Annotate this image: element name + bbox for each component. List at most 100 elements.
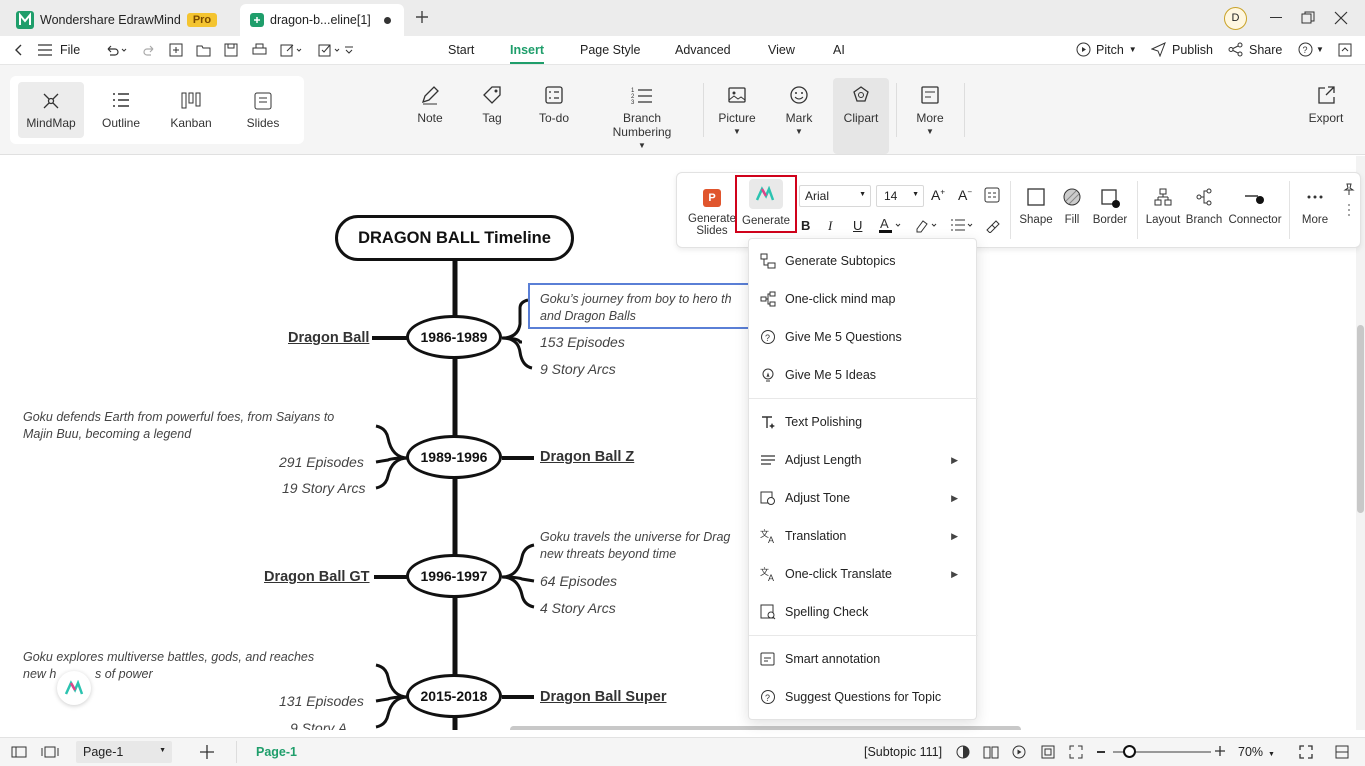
shape-button[interactable]: Shape <box>1016 188 1056 226</box>
tab-start[interactable]: Start <box>448 43 474 57</box>
view-outline-button[interactable]: Outline <box>88 82 154 138</box>
font-color-icon[interactable]: A <box>879 216 903 234</box>
drag-handle-icon[interactable] <box>1347 203 1351 217</box>
fill-button[interactable]: Fill <box>1056 188 1088 226</box>
new-tab-button[interactable] <box>414 9 430 25</box>
menu-item-translation[interactable]: 文 A Translation ▶ <box>749 521 978 551</box>
zoom-level[interactable]: 70% ▼ <box>1238 745 1275 759</box>
split-view-icon[interactable] <box>1335 745 1349 759</box>
subtopic-arcs[interactable]: 4 Story Arcs <box>540 600 616 616</box>
menu-item-give-5-questions[interactable]: ? Give Me 5 Questions <box>749 322 978 352</box>
increase-font-size-icon[interactable]: A+ <box>931 187 945 203</box>
subtopic-arcs[interactable]: 19 Story Arcs <box>282 480 366 496</box>
menu-item-one-click-translate[interactable]: 文 A One-click Translate ▶ <box>749 559 978 589</box>
subtopic-desc-line2b[interactable]: s of power <box>95 667 153 681</box>
more-insert-button[interactable]: More ▼ <box>911 85 949 136</box>
italic-icon[interactable]: I <box>828 218 832 234</box>
add-page-icon[interactable] <box>199 744 215 760</box>
fit-screen-icon[interactable] <box>1069 745 1083 759</box>
quick-access-dropdown-icon[interactable] <box>344 45 354 55</box>
page-select[interactable]: Page-1 ▼ <box>76 741 172 763</box>
todo-button[interactable]: To-do <box>533 85 575 125</box>
undo-icon[interactable] <box>104 43 128 57</box>
tab-page-style[interactable]: Page Style <box>580 43 640 57</box>
clipart-button[interactable]: Clipart <box>833 78 889 154</box>
file-menu[interactable]: File <box>60 43 80 57</box>
mark-button[interactable]: Mark ▼ <box>780 85 818 136</box>
tab-view[interactable]: View <box>768 43 795 57</box>
subtopic-episodes[interactable]: 291 Episodes <box>279 454 364 470</box>
menu-item-smart-annotation[interactable]: Smart annotation <box>749 644 978 674</box>
export-file-icon[interactable] <box>280 43 304 57</box>
ai-generate-button[interactable]: Generate <box>739 179 793 227</box>
picture-button[interactable]: Picture ▼ <box>716 85 758 136</box>
pin-icon[interactable] <box>1343 183 1355 195</box>
tag-button[interactable]: Tag <box>472 85 512 125</box>
new-file-icon[interactable] <box>169 43 183 57</box>
export-button[interactable]: Export <box>1305 85 1347 125</box>
subtopic-episodes[interactable]: 131 Episodes <box>279 693 364 709</box>
subtopic-desc-line2[interactable]: new threats beyond time <box>540 547 676 561</box>
subtopic-desc-line2[interactable]: and Dragon Balls <box>540 309 636 323</box>
note-button[interactable]: Note <box>410 85 450 125</box>
vertical-scrollbar[interactable] <box>1357 325 1364 513</box>
era-node-1986-1989[interactable]: 1986-1989 <box>406 315 502 359</box>
subtopic-arcs[interactable]: 9 Story Arcs <box>540 361 616 377</box>
series-link-dragon-ball-z[interactable]: Dragon Ball Z <box>540 449 634 465</box>
publish-button[interactable]: Publish <box>1151 42 1213 57</box>
generate-slides-button[interactable]: P Generate Slides <box>686 189 738 237</box>
tab-insert[interactable]: Insert <box>510 43 545 64</box>
underline-icon[interactable]: U <box>853 218 862 233</box>
save-icon[interactable] <box>224 43 238 57</box>
horizontal-scrollbar[interactable] <box>510 726 1021 730</box>
view-slides-button[interactable]: Slides <box>230 82 296 138</box>
bold-icon[interactable]: B <box>801 218 810 233</box>
fullscreen-icon[interactable] <box>1299 745 1313 759</box>
collapse-ribbon-icon[interactable] <box>1338 43 1352 57</box>
era-node-2015-2018[interactable]: 2015-2018 <box>406 674 502 718</box>
pitch-button[interactable]: Pitch ▼ <box>1076 42 1137 57</box>
subtopic-desc-line1[interactable]: Goku’s journey from boy to hero th <box>540 292 732 306</box>
subtopic-desc-line1[interactable]: Goku defends Earth from powerful foes, f… <box>23 410 334 424</box>
zoom-out-icon[interactable] <box>1097 751 1105 753</box>
menu-item-text-polishing[interactable]: Text Polishing <box>749 407 978 437</box>
view-kanban-button[interactable]: Kanban <box>158 82 224 138</box>
era-node-1989-1996[interactable]: 1989-1996 <box>406 435 502 479</box>
series-link-dragon-ball[interactable]: Dragon Ball <box>288 330 369 346</box>
print-icon[interactable] <box>252 43 267 57</box>
subtopic-desc-line2a[interactable]: new h <box>23 667 56 681</box>
redo-icon[interactable] <box>142 43 156 57</box>
page-panel-icon[interactable] <box>41 746 59 758</box>
branch-button[interactable]: Branch <box>1185 188 1223 226</box>
task-icon[interactable] <box>318 43 342 57</box>
series-link-dragon-ball-gt[interactable]: Dragon Ball GT <box>264 569 370 585</box>
hamburger-icon[interactable] <box>38 44 52 56</box>
view-mindmap-button[interactable]: MindMap <box>18 82 84 138</box>
app-tab[interactable]: Wondershare EdrawMind Pro <box>6 4 227 36</box>
play-presentation-icon[interactable] <box>1012 745 1026 759</box>
document-tab[interactable]: dragon-b...eline[1] <box>240 4 404 36</box>
subtopic-desc-line1[interactable]: Goku explores multiverse battles, gods, … <box>23 650 314 664</box>
menu-item-spelling-check[interactable]: Spelling Check <box>749 597 978 627</box>
active-page-tab[interactable]: Page-1 <box>256 745 297 759</box>
menu-item-adjust-length[interactable]: Adjust Length ▶ <box>749 445 978 475</box>
ai-assistant-float-button[interactable] <box>57 671 91 705</box>
subtopic-episodes[interactable]: 64 Episodes <box>540 573 617 589</box>
font-family-select[interactable]: Arial ▼ <box>799 185 871 207</box>
theme-icon[interactable] <box>956 745 970 759</box>
list-style-icon[interactable] <box>950 217 974 233</box>
branch-numbering-button[interactable]: 1 2 3 Branch Numbering ▼ <box>592 85 692 150</box>
restore-icon[interactable] <box>1301 11 1315 25</box>
text-format-icon[interactable] <box>984 187 1000 203</box>
era-node-1996-1997[interactable]: 1996-1997 <box>406 554 502 598</box>
connector-button[interactable]: Connector <box>1226 188 1284 226</box>
share-button[interactable]: Share <box>1228 42 1282 57</box>
series-link-dragon-ball-super[interactable]: Dragon Ball Super <box>540 689 667 705</box>
book-view-icon[interactable] <box>983 745 999 759</box>
more-format-button[interactable]: More <box>1295 188 1335 226</box>
highlight-color-icon[interactable] <box>915 217 939 233</box>
subtopic-arcs[interactable]: 9 Story A <box>290 720 347 730</box>
subtopic-desc-line2[interactable]: Majin Buu, becoming a legend <box>23 427 191 441</box>
open-folder-icon[interactable] <box>196 43 211 57</box>
zoom-slider-thumb[interactable] <box>1123 745 1136 758</box>
